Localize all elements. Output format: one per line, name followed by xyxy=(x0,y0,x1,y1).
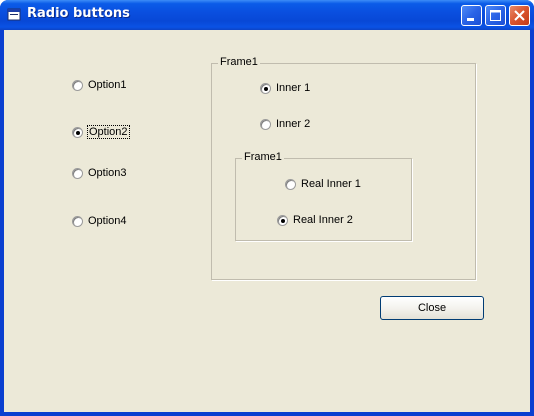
radio-circle xyxy=(72,79,83,91)
radio-label: Real Inner 2 xyxy=(293,214,353,226)
frame-inner xyxy=(235,158,412,241)
app-window-icon xyxy=(7,8,21,21)
close-icon xyxy=(514,10,525,21)
radio-real-inner1[interactable]: Real Inner 1 xyxy=(285,176,361,192)
close-button[interactable]: Close xyxy=(380,296,484,320)
client-area: Option1 Option2 Option3 Option4 Frame1 I… xyxy=(4,30,530,412)
radio-option3[interactable]: Option3 xyxy=(72,165,127,181)
radio-real-inner2[interactable]: Real Inner 2 xyxy=(277,212,353,228)
radio-inner1[interactable]: Inner 1 xyxy=(260,80,310,96)
radio-circle xyxy=(260,118,271,130)
minimize-icon xyxy=(467,18,474,21)
frame-inner-caption: Frame1 xyxy=(242,151,284,163)
minimize-button[interactable] xyxy=(461,5,482,26)
radio-label: Inner 2 xyxy=(276,118,311,130)
radio-circle xyxy=(260,82,271,94)
title-bar[interactable]: Radio buttons xyxy=(0,0,534,30)
close-window-button[interactable] xyxy=(509,5,530,26)
radio-option2[interactable]: Option2 xyxy=(72,124,130,140)
radio-label: Option1 xyxy=(88,79,127,91)
radio-circle xyxy=(72,126,83,138)
maximize-button[interactable] xyxy=(485,5,506,26)
radio-circle xyxy=(72,167,83,179)
window: Radio buttons Option1 Option2 Option3 Op… xyxy=(0,0,534,416)
radio-option4[interactable]: Option4 xyxy=(72,213,127,229)
frame-outer-caption: Frame1 xyxy=(218,56,260,68)
radio-label: Real Inner 1 xyxy=(301,178,361,190)
maximize-icon xyxy=(490,10,501,21)
radio-label: Inner 1 xyxy=(276,82,311,94)
radio-circle xyxy=(72,215,83,227)
window-title: Radio buttons xyxy=(27,6,130,21)
radio-circle xyxy=(277,214,288,226)
radio-circle xyxy=(285,178,296,190)
radio-label: Option2 xyxy=(87,125,130,139)
radio-label: Option3 xyxy=(88,167,127,179)
radio-inner2[interactable]: Inner 2 xyxy=(260,116,310,132)
radio-option1[interactable]: Option1 xyxy=(72,77,127,93)
radio-label: Option4 xyxy=(88,215,127,227)
